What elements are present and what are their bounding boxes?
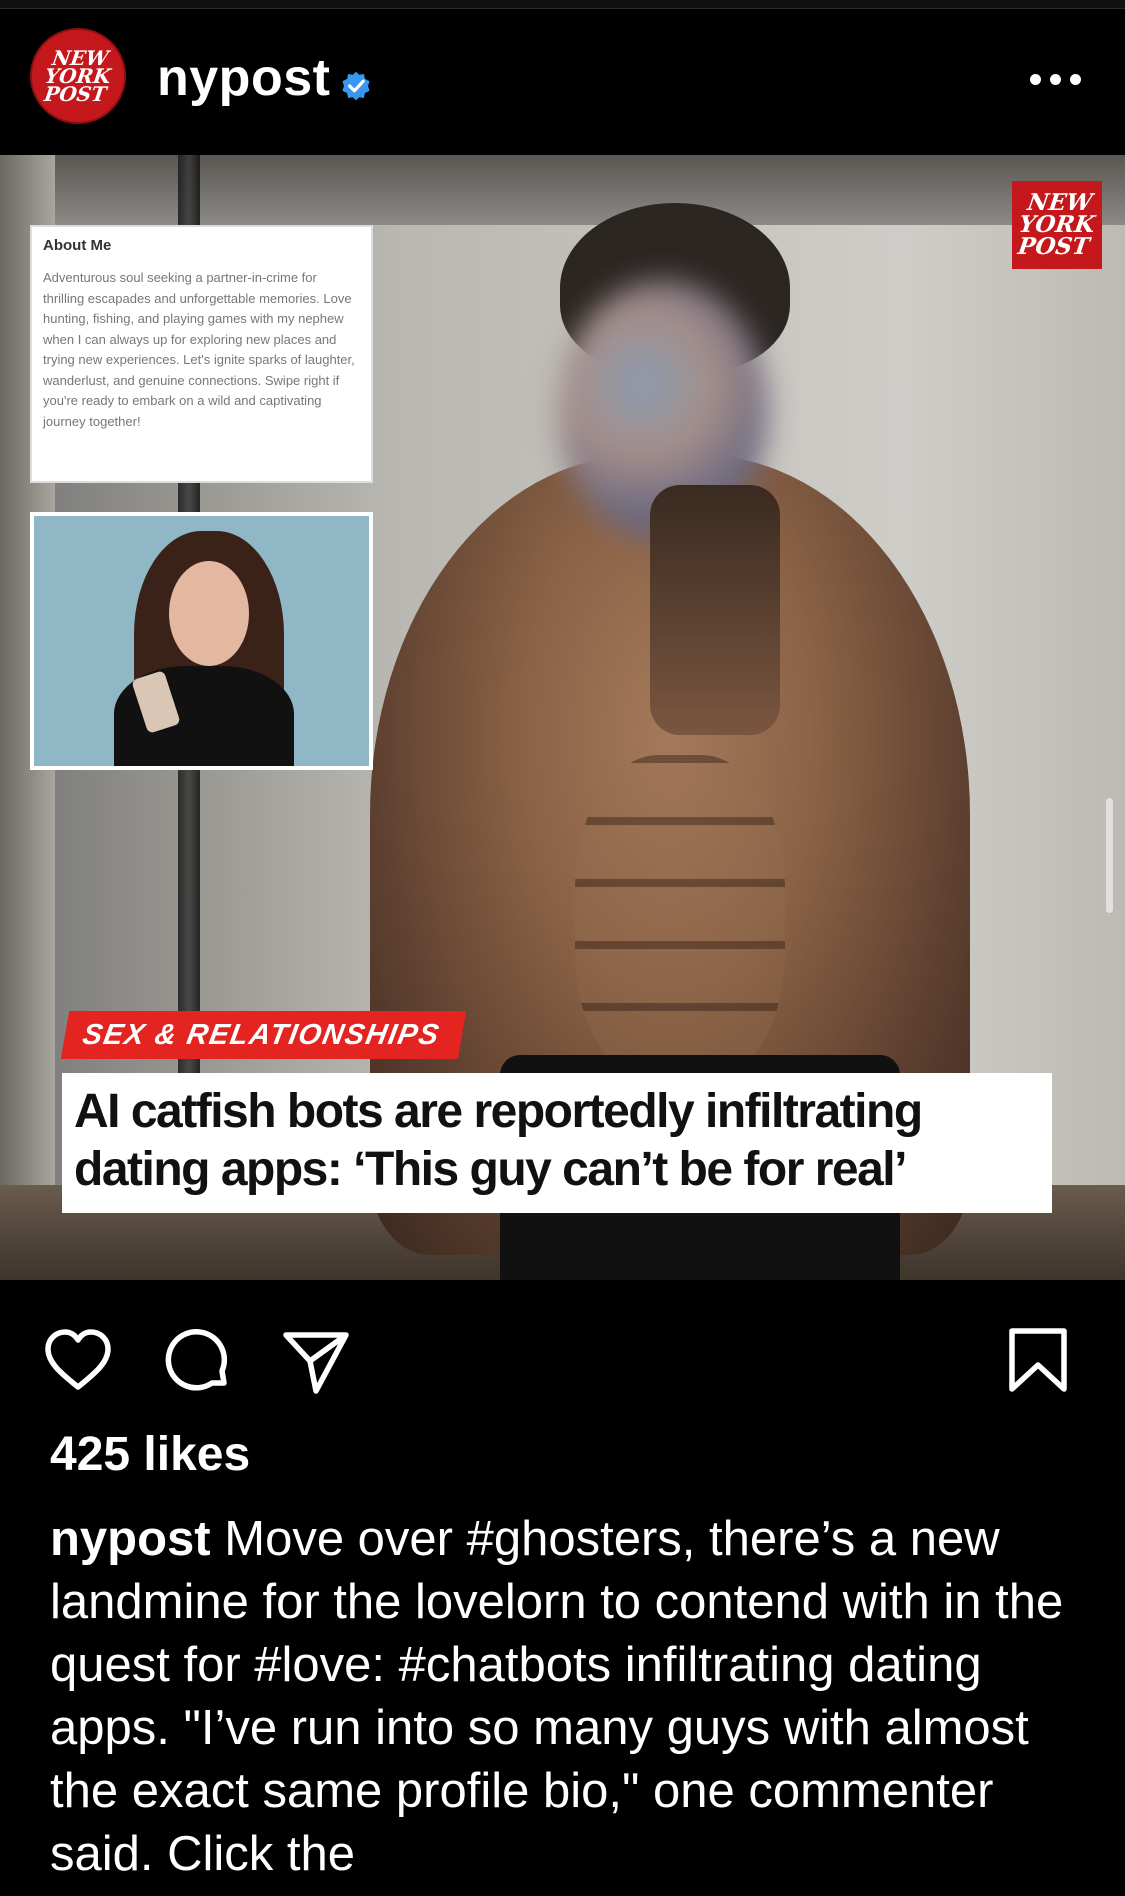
- headline: AI catfish bots are reportedly infiltrat…: [74, 1085, 923, 1196]
- woman-face: [169, 561, 249, 666]
- verified-badge-icon: [342, 71, 370, 101]
- heart-icon[interactable]: [42, 1325, 114, 1397]
- nypost-corner-logo: NEW YORK POST: [1012, 181, 1102, 269]
- more-options-icon[interactable]: [1030, 64, 1092, 94]
- action-bar: [0, 1280, 1125, 1400]
- username[interactable]: nypost: [157, 48, 330, 108]
- scrollbar[interactable]: [1106, 798, 1113, 913]
- post-image[interactable]: About Me Adventurous soul seeking a part…: [0, 155, 1125, 1280]
- category-tag: SEX & RELATIONSHIPS: [60, 1011, 466, 1059]
- about-me-text: Adventurous soul seeking a partner-in-cr…: [43, 270, 355, 429]
- bookmark-icon[interactable]: [1002, 1325, 1074, 1397]
- share-icon[interactable]: [280, 1325, 352, 1397]
- ceiling: [0, 155, 1125, 225]
- headline-box: AI catfish bots are reportedly infiltrat…: [62, 1073, 1052, 1213]
- comment-icon[interactable]: [162, 1325, 234, 1397]
- woman-photo-card: [30, 512, 373, 770]
- avatar-logo: NEW YORK POST: [42, 46, 113, 106]
- caption-text: Move over #ghosters, there’s a new landm…: [50, 1512, 1064, 1881]
- post-header: NEW YORK POST nypost: [0, 10, 1125, 155]
- caption: nypost Move over #ghosters, there’s a ne…: [50, 1508, 1090, 1886]
- phone-in-hand: [650, 485, 780, 735]
- abs-shading: [575, 755, 785, 1085]
- likes-count[interactable]: 425 likes: [50, 1427, 250, 1482]
- status-divider: [0, 0, 1125, 9]
- about-me-title: About Me: [43, 237, 112, 254]
- about-me-card: About Me Adventurous soul seeking a part…: [30, 225, 373, 483]
- avatar[interactable]: NEW YORK POST: [30, 28, 126, 124]
- corner-logo-text: NEW YORK POST: [1016, 189, 1097, 260]
- caption-username[interactable]: nypost: [50, 1512, 211, 1566]
